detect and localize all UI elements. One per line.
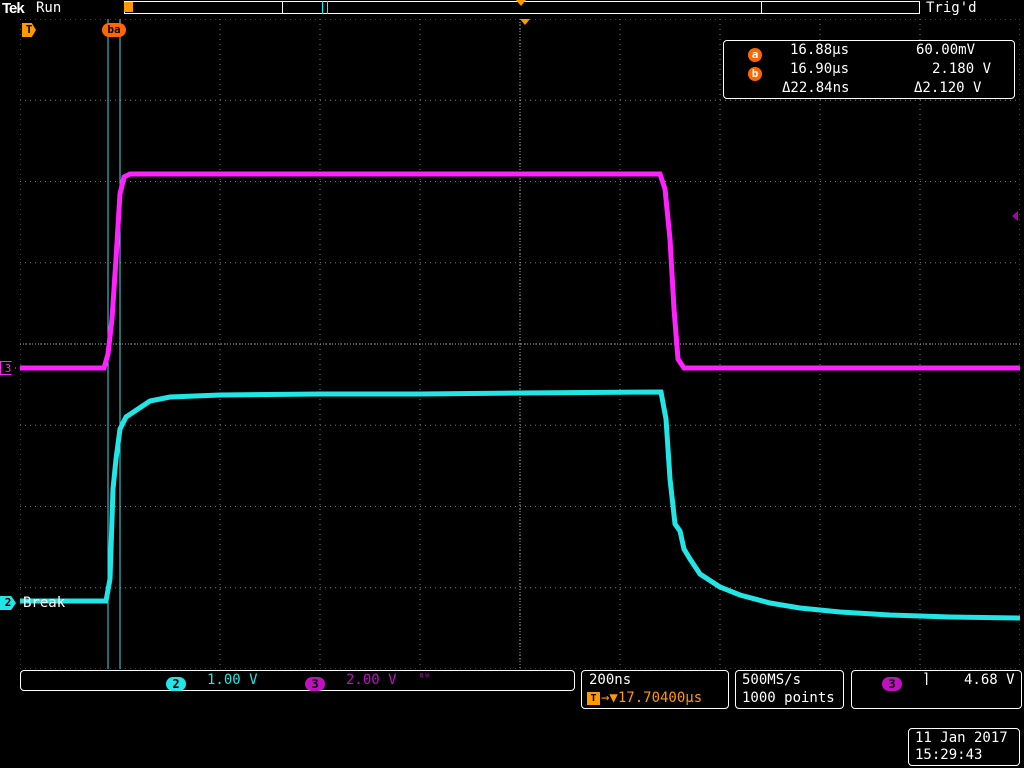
cursor-readout: a 16.88µs 60.00mV b 16.90µs 2.180 V Δ22.…: [723, 40, 1015, 99]
datetime-readout: 11 Jan 2017 15:29:43: [908, 728, 1020, 766]
timebase-readout[interactable]: 200ns T →▼17.70400µs: [581, 670, 729, 709]
trigger-point-icon: [520, 19, 530, 25]
trigger-level-icon: [1012, 211, 1018, 221]
ch2-ground-marker[interactable]: 2: [0, 596, 16, 610]
ch2-badge[interactable]: 2: [166, 677, 186, 691]
cursor-a-time: 16.88µs: [790, 42, 850, 58]
run-state: Run: [36, 0, 62, 16]
cursor-marker[interactable]: ba: [102, 23, 126, 37]
record-trigger-icon: [124, 2, 133, 12]
bandwidth-limit-icon: ᴮᵂ: [419, 673, 430, 683]
time: 15:29:43: [915, 747, 983, 763]
ch3-ground-marker[interactable]: 3: [0, 361, 16, 375]
ch2-label: Break: [23, 595, 66, 611]
trigger-level[interactable]: 4.68 V: [964, 672, 1015, 688]
timebase-scale[interactable]: 200ns: [589, 672, 631, 688]
cursor-a-icon: a: [748, 48, 762, 62]
sample-rate: 500MS/s: [742, 672, 802, 688]
horizontal-position[interactable]: →▼17.70400µs: [601, 690, 702, 706]
graticule-center-axes: [20, 19, 1020, 669]
waveform-display[interactable]: [20, 19, 1020, 669]
cursor-b-time: 16.90µs: [790, 61, 850, 77]
cursor-delta-time: Δ22.84ns: [782, 80, 850, 96]
cursor-delta-value: Δ2.120 V: [914, 80, 982, 96]
brand-logo: Tek: [2, 0, 25, 17]
date: 11 Jan 2017: [915, 730, 1008, 746]
trigger-icon: T: [587, 692, 600, 705]
ch3-scale[interactable]: 2.00 V: [346, 672, 397, 688]
trigger-readout[interactable]: 3 ⌉ 4.68 V: [851, 670, 1022, 709]
trigger-source-badge[interactable]: 3: [882, 677, 902, 691]
record-points: 1000 points: [742, 690, 835, 706]
trigger-state: Trig'd: [926, 0, 977, 16]
falling-edge-icon: ⌉: [922, 671, 931, 687]
cursor-b-icon: b: [748, 67, 762, 81]
acquisition-readout[interactable]: 500MS/s 1000 points: [735, 670, 844, 709]
ch3-badge[interactable]: 3: [305, 677, 325, 691]
channel-readout[interactable]: 2 1.00 V 3 2.00 V ᴮᵂ: [20, 670, 575, 691]
record-cursor-window: [322, 1, 328, 14]
cursor-b-value: 2.180 V: [932, 61, 992, 77]
ch2-scale[interactable]: 1.00 V: [207, 672, 258, 688]
trigger-position-top-icon: [516, 0, 526, 6]
cursor-a-value: 60.00mV: [916, 42, 976, 58]
